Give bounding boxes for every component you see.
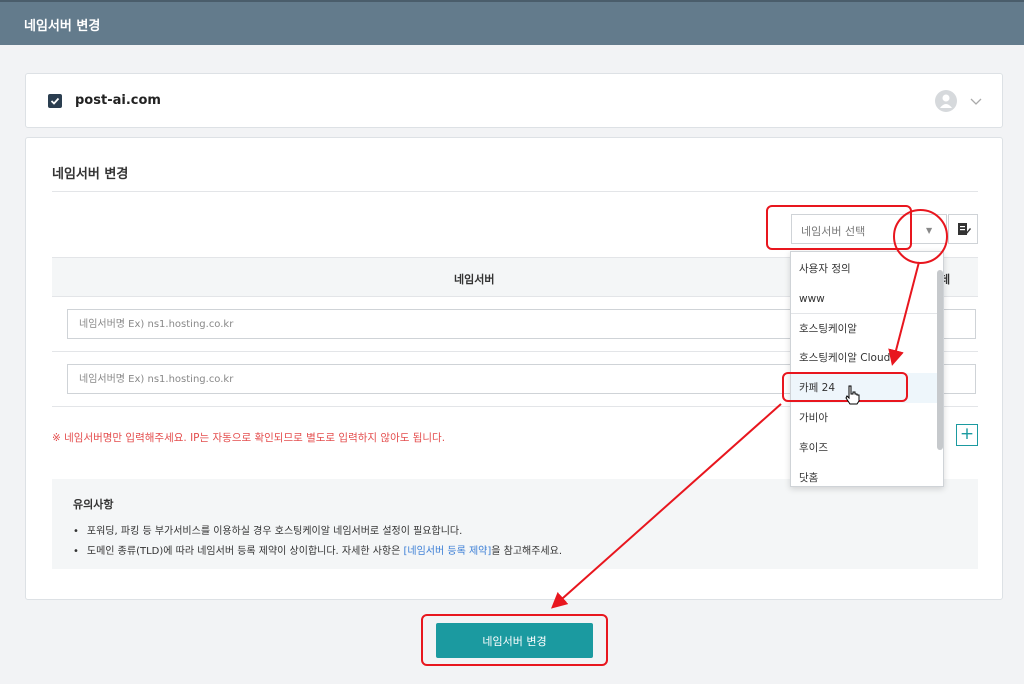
dropdown-option[interactable]: 가비아 (791, 403, 937, 433)
column-header-nameserver: 네임서버 (454, 273, 495, 286)
edit-note-icon (958, 223, 971, 235)
notice-item-text: 포워딩, 파킹 등 부가서비스를 이용하실 경우 호스팅케이알 네임서버로 설정… (86, 526, 463, 537)
dropdown-option[interactable]: 호스팅케이알 (791, 314, 937, 344)
dropdown-option[interactable]: 후이즈 (791, 433, 937, 463)
change-nameserver-button[interactable]: 네임서버 변경 (436, 623, 593, 658)
chevron-down-icon[interactable] (970, 95, 982, 109)
dropdown-scrollbar[interactable] (937, 270, 943, 450)
hand-cursor-icon (845, 385, 860, 405)
domain-card[interactable]: post-ai.com (25, 73, 1003, 128)
dropdown-option[interactable]: www (791, 284, 937, 314)
dropdown-option[interactable]: 닷홈 (791, 463, 937, 486)
nameserver-dropdown[interactable]: 사용자 정의 www 호스팅케이알 호스팅케이알 Cloud 카페 24 가비아… (790, 251, 944, 487)
page-title: 네임서버 변경 (24, 19, 101, 34)
top-bar: 네임서버 변경 (0, 0, 1024, 45)
user-icon (935, 90, 957, 112)
notice-box: 유의사항 • 포워딩, 파킹 등 부가서비스를 이용하실 경우 호스팅케이알 네임… (52, 479, 978, 569)
add-row-button[interactable]: + (956, 424, 978, 446)
section-divider (52, 191, 978, 192)
edit-note-button[interactable] (948, 214, 978, 244)
select-placeholder: 네임서버 선택 (801, 225, 866, 238)
dropdown-option[interactable]: 사용자 정의 (791, 254, 937, 284)
dropdown-option-selected[interactable]: 카페 24 (791, 373, 937, 403)
notice-title: 유의사항 (73, 498, 114, 511)
domain-checkbox[interactable] (48, 94, 62, 108)
nameserver-input-2[interactable] (67, 364, 797, 394)
notice-item: • 도메인 종류(TLD)에 따라 네임서버 등록 제약이 상이합니다. 자세한 … (73, 546, 563, 557)
check-icon (50, 97, 60, 105)
nameserver-restriction-link[interactable]: [네임서버 등록 제약] (403, 546, 491, 557)
nameserver-input-1[interactable] (67, 309, 797, 339)
notice-item-text: 을 참고해주세요. (491, 546, 563, 557)
notice-item: • 포워딩, 파킹 등 부가서비스를 이용하실 경우 호스팅케이알 네임서버로 설… (73, 526, 463, 537)
notice-item-text: 도메인 종류(TLD)에 따라 네임서버 등록 제약이 상이합니다. 자세한 사… (86, 546, 404, 557)
warning-text: ※ 네임서버명만 입력해주세요. IP는 자동으로 확인되므로 별도로 입력하지… (52, 432, 446, 444)
nameserver-select[interactable]: 네임서버 선택 ▼ (791, 214, 947, 244)
domain-name: post-ai.com (75, 93, 161, 108)
section-title: 네임서버 변경 (52, 167, 129, 182)
caret-down-icon: ▼ (926, 226, 933, 235)
dropdown-option[interactable]: 호스팅케이알 Cloud (791, 343, 937, 373)
